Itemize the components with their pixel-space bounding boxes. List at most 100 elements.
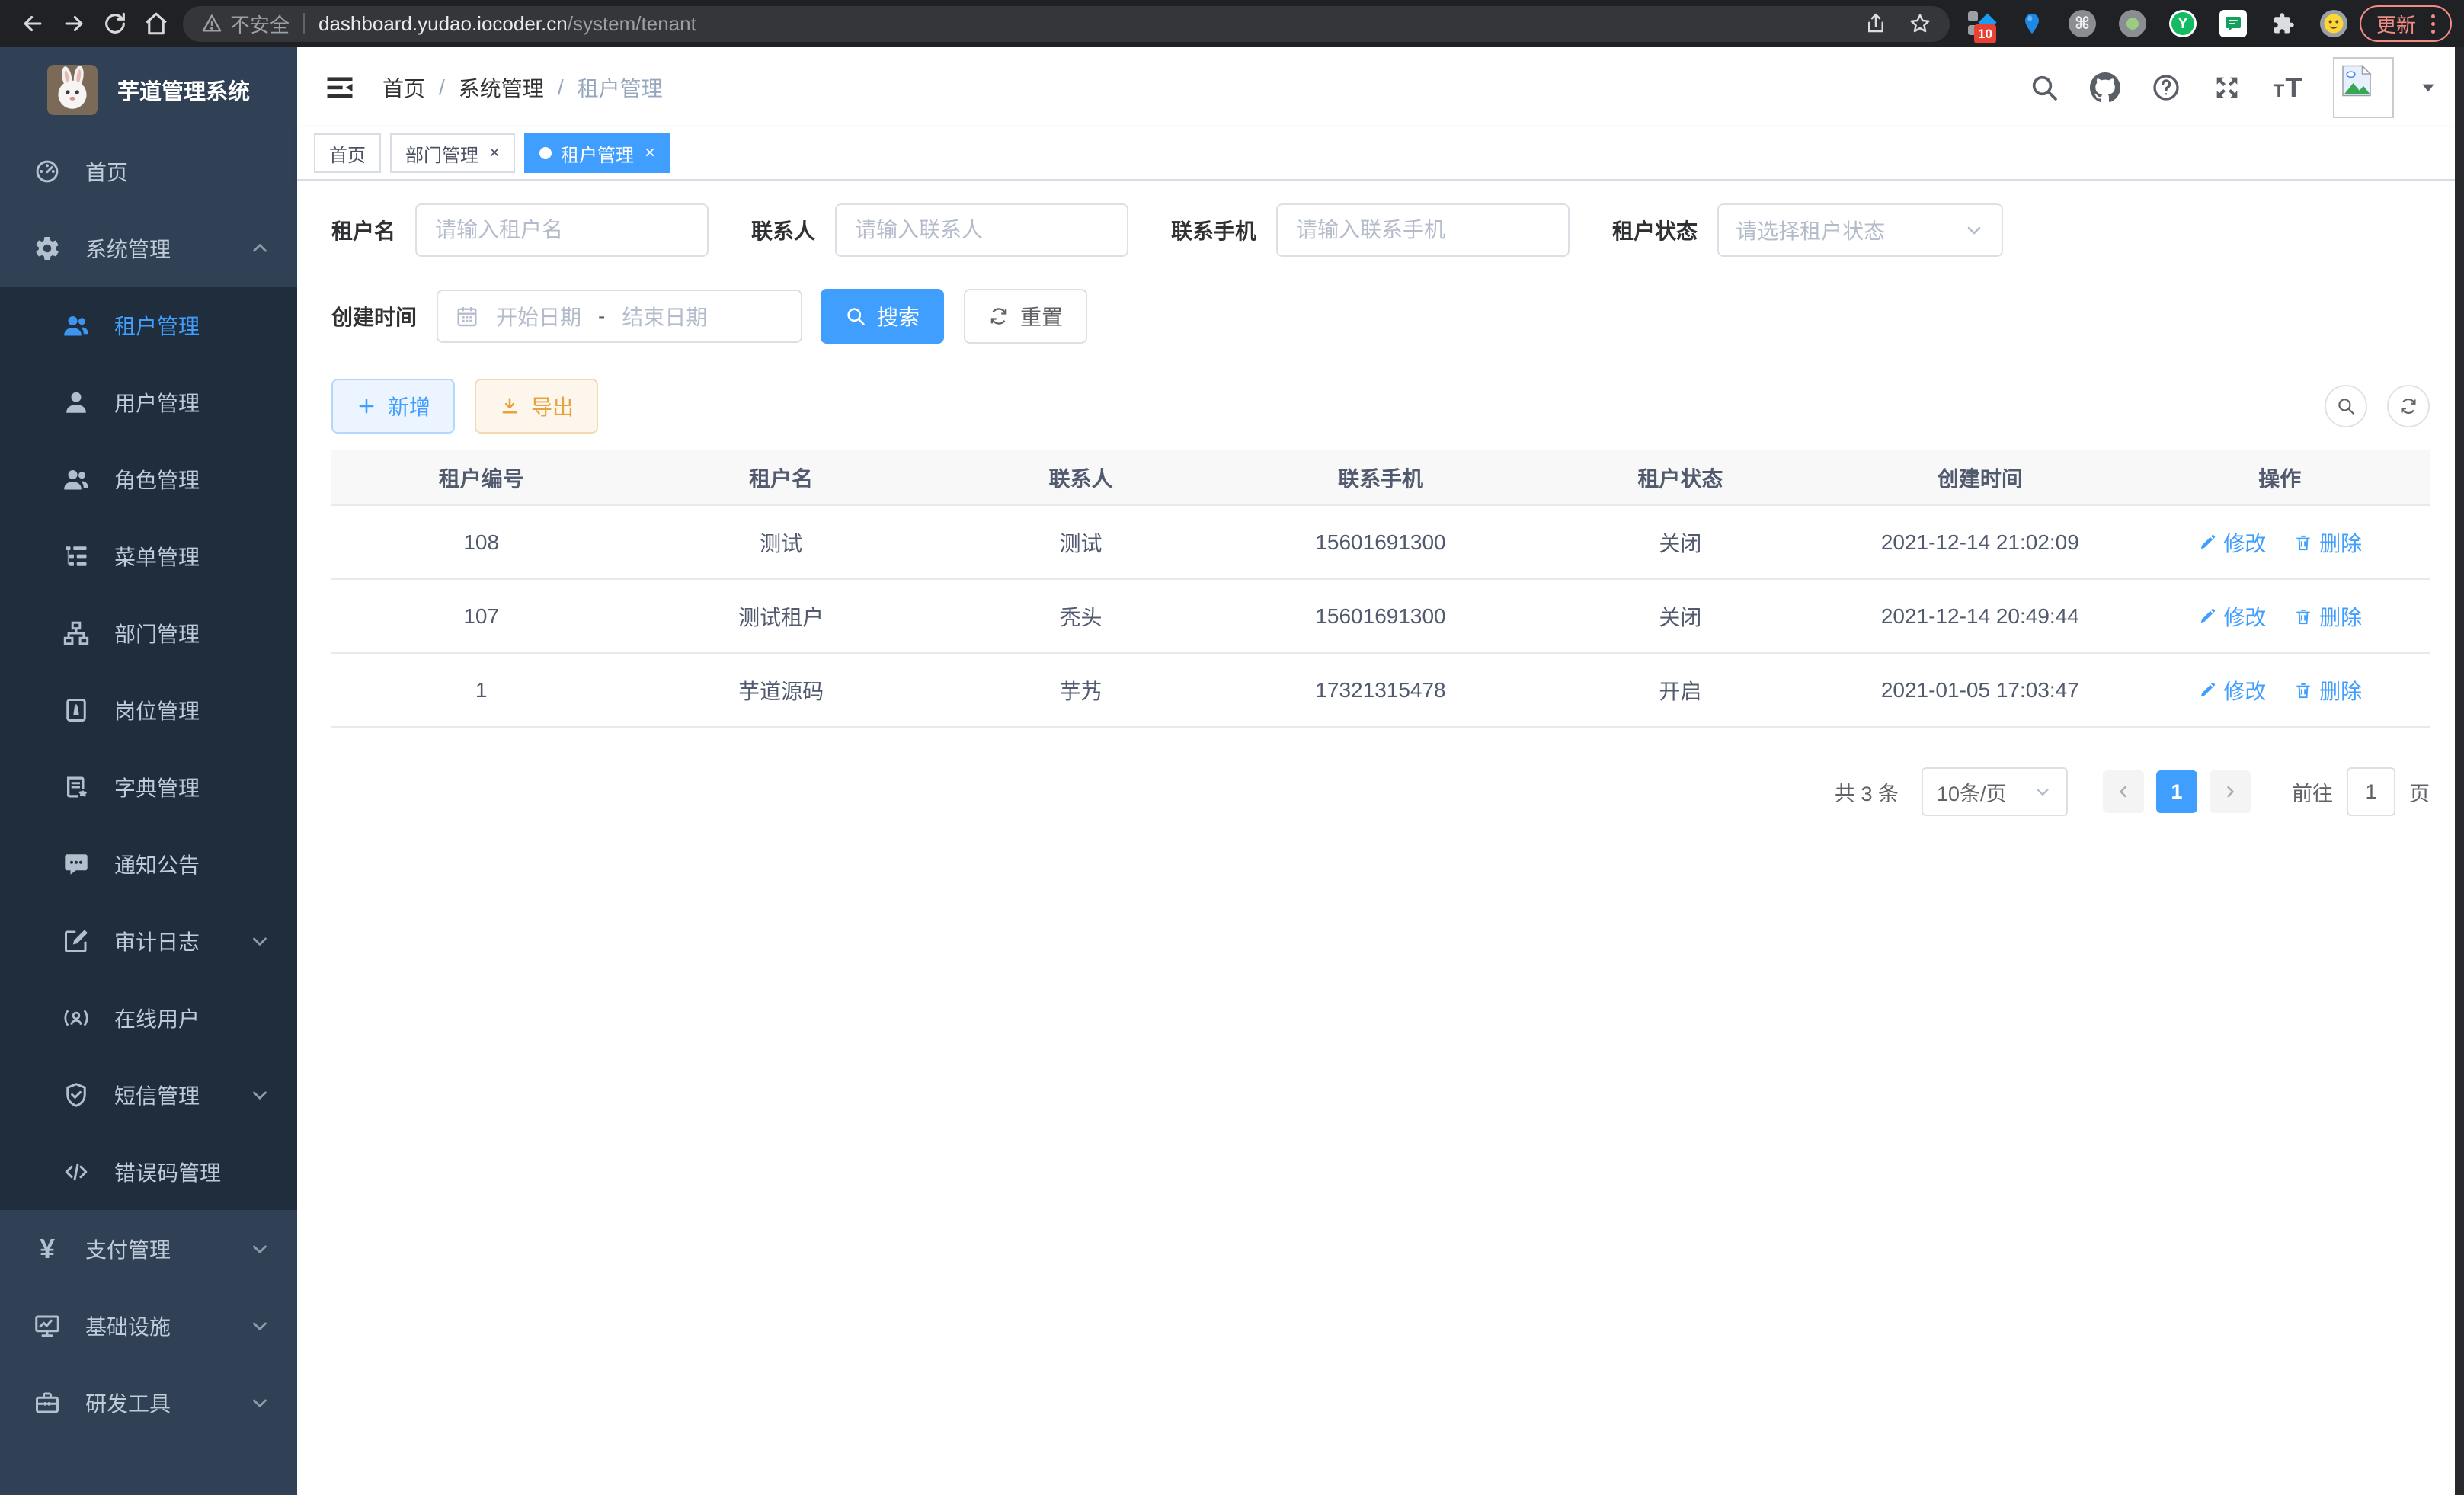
- refresh-table-button[interactable]: [2387, 385, 2430, 427]
- extensions-puzzle-icon[interactable]: [2270, 10, 2297, 37]
- sidebar-item-home[interactable]: 首页: [0, 133, 297, 210]
- sidebar-item-dev-tools[interactable]: 研发工具: [0, 1364, 297, 1441]
- browser-back-icon[interactable]: [12, 3, 53, 44]
- calendar-icon: [455, 304, 479, 328]
- extension-command-icon[interactable]: ⌘: [2069, 10, 2096, 37]
- sidebar-item-role-management[interactable]: 角色管理: [0, 440, 297, 517]
- page-number-button[interactable]: 1: [2156, 770, 2197, 813]
- sidebar-item-audit-log[interactable]: 审计日志: [0, 902, 297, 979]
- sidebar-item-user-management[interactable]: 用户管理: [0, 363, 297, 440]
- delete-link[interactable]: 删除: [2293, 601, 2362, 632]
- breadcrumb-home[interactable]: 首页 /: [382, 72, 459, 103]
- end-date-placeholder[interactable]: 结束日期: [622, 301, 707, 331]
- help-icon[interactable]: [2150, 72, 2182, 104]
- search-button[interactable]: 搜索: [821, 289, 944, 344]
- edit-link[interactable]: 修改: [2197, 601, 2266, 632]
- bookmark-star-icon[interactable]: [1909, 12, 1931, 35]
- url-host[interactable]: dashboard.yudao.iocoder.cn: [318, 12, 568, 36]
- font-size-icon[interactable]: TT: [2272, 72, 2304, 104]
- tab-tenant-management[interactable]: 租户管理 ×: [524, 133, 670, 173]
- sidebar-item-sms-management[interactable]: 短信管理: [0, 1056, 297, 1133]
- extension-chat-icon[interactable]: [2219, 10, 2247, 37]
- github-icon[interactable]: [2089, 72, 2121, 104]
- toggle-search-button[interactable]: [2325, 385, 2367, 427]
- cell-tenant-name: 测试租户: [631, 579, 930, 653]
- filter-tenant-name: 租户名: [331, 203, 709, 257]
- tab-dept-management[interactable]: 部门管理 ×: [390, 133, 515, 173]
- chrome-update-button[interactable]: 更新: [2360, 5, 2452, 42]
- filter-input[interactable]: [415, 203, 709, 257]
- edit-link[interactable]: 修改: [2197, 675, 2266, 706]
- profile-avatar-icon[interactable]: [2320, 10, 2347, 37]
- breadcrumb-tenant[interactable]: 租户管理: [578, 72, 663, 103]
- menu-item-icon: [61, 541, 91, 571]
- filter-contact-mobile: 联系手机: [1171, 203, 1570, 257]
- filter-input[interactable]: [835, 203, 1128, 257]
- avatar-caret-down-icon[interactable]: [2418, 78, 2438, 98]
- user-avatar[interactable]: [2333, 57, 2394, 118]
- chevron-down-icon: [248, 1084, 271, 1106]
- start-date-placeholder[interactable]: 开始日期: [496, 301, 581, 331]
- sidebar-item-menu-management[interactable]: 菜单管理: [0, 517, 297, 594]
- browser-reload-icon[interactable]: [94, 3, 136, 44]
- prev-page-button[interactable]: [2103, 770, 2144, 813]
- sidebar-item-error-code-management[interactable]: 错误码管理: [0, 1133, 297, 1210]
- sidebar-item-notice[interactable]: 通知公告: [0, 825, 297, 902]
- collapse-sidebar-icon[interactable]: [323, 71, 357, 104]
- page-size-select[interactable]: 10条/页: [1922, 767, 2068, 816]
- browser-home-icon[interactable]: [136, 3, 177, 44]
- trash-icon: [2293, 680, 2313, 700]
- sidebar-item-post-management[interactable]: 岗位管理: [0, 671, 297, 748]
- browser-toolbar: 不安全 dashboard.yudao.iocoder.cn/system/te…: [0, 0, 2464, 47]
- sidebar-item-dict-management[interactable]: 字典管理: [0, 748, 297, 825]
- tab-home[interactable]: 首页: [314, 133, 381, 173]
- breadcrumb-system[interactable]: 系统管理 /: [459, 72, 578, 103]
- page-scrollbar[interactable]: [2455, 47, 2464, 1495]
- extension-pin-icon[interactable]: [2018, 10, 2046, 37]
- table-row: 1 芋道源码 芋艿 17321315478 开启 2021-01-05 17:0…: [331, 653, 2430, 727]
- fullscreen-icon[interactable]: [2211, 72, 2243, 104]
- edit-link[interactable]: 修改: [2197, 527, 2266, 558]
- export-button[interactable]: 导出: [475, 379, 598, 434]
- date-range-picker[interactable]: 开始日期 - 结束日期: [437, 290, 802, 343]
- browser-forward-icon[interactable]: [53, 3, 94, 44]
- cell-mobile: 17321315478: [1230, 653, 1530, 727]
- sidebar-item-dept-management[interactable]: 部门管理: [0, 594, 297, 671]
- share-icon[interactable]: [1864, 12, 1887, 35]
- sidebar-item-infrastructure[interactable]: 基础设施: [0, 1287, 297, 1364]
- app-title: 芋道管理系统: [117, 74, 250, 106]
- date-separator: -: [598, 304, 605, 328]
- url-path[interactable]: /system/tenant: [568, 12, 696, 36]
- sidebar-item-payment-management[interactable]: ¥ 支付管理: [0, 1210, 297, 1287]
- download-icon: [499, 395, 520, 417]
- breadcrumb-separator: /: [439, 75, 445, 100]
- search-icon[interactable]: [2028, 72, 2060, 104]
- delete-link[interactable]: 删除: [2293, 527, 2362, 558]
- cell-contact: 秃头: [931, 579, 1230, 653]
- close-icon[interactable]: ×: [645, 144, 655, 162]
- extension-dot-icon[interactable]: [2119, 10, 2146, 37]
- sidebar-item-online-users[interactable]: 在线用户: [0, 979, 297, 1056]
- table-header-cell: 租户编号: [331, 450, 631, 505]
- filter-select[interactable]: 请选择租户状态: [1717, 203, 2003, 257]
- reset-button[interactable]: 重置: [964, 289, 1087, 344]
- address-bar[interactable]: 不安全 dashboard.yudao.iocoder.cn/system/te…: [183, 6, 1950, 42]
- add-button[interactable]: 新增: [331, 379, 455, 434]
- cell-actions: 修改 删除: [2130, 653, 2430, 727]
- extension-y-icon[interactable]: [2169, 10, 2197, 37]
- next-page-button[interactable]: [2210, 770, 2251, 813]
- cell-status: 开启: [1531, 653, 1830, 727]
- browser-menu-icon[interactable]: [2427, 14, 2440, 34]
- sidebar-item-tenant-management[interactable]: 租户管理: [0, 287, 297, 363]
- field-label: 租户名: [331, 215, 395, 245]
- sidebar-item-system-management[interactable]: 系统管理: [0, 210, 297, 287]
- delete-link[interactable]: 删除: [2293, 675, 2362, 706]
- filter-input[interactable]: [1276, 203, 1570, 257]
- extension-grid-icon[interactable]: 10: [1968, 10, 1995, 37]
- sidebar-logo[interactable]: 芋道管理系统: [0, 47, 297, 133]
- close-icon[interactable]: ×: [489, 144, 500, 162]
- menu-item-icon: [61, 464, 91, 495]
- table-row: 107 测试租户 秃头 15601691300 关闭 2021-12-14 20…: [331, 579, 2430, 653]
- security-label[interactable]: 不安全: [230, 10, 290, 38]
- goto-page-input[interactable]: [2347, 767, 2395, 816]
